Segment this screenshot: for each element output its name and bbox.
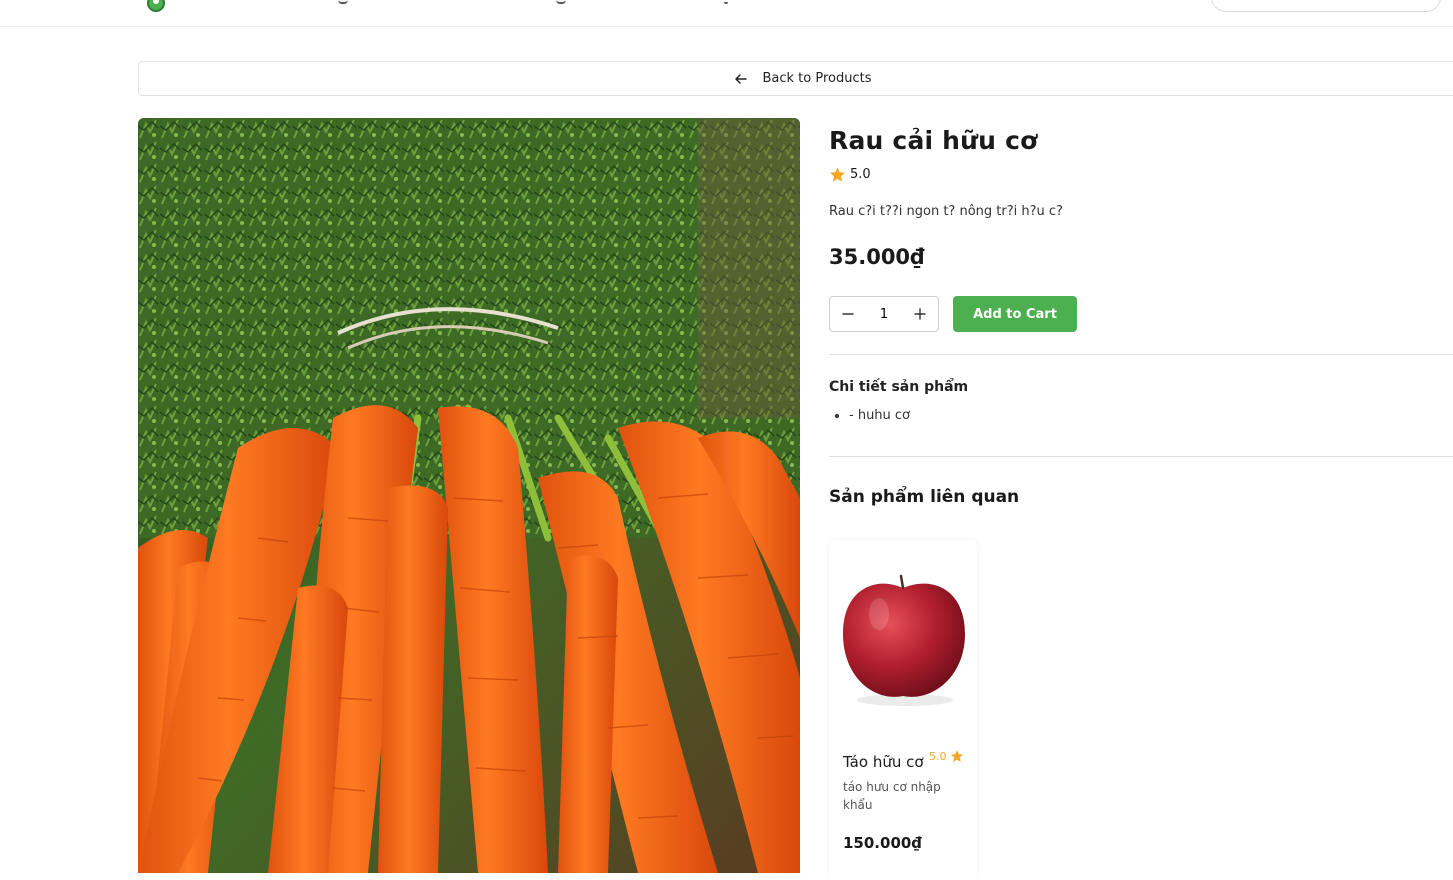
back-to-products-button[interactable]: Back to Products (138, 61, 1453, 96)
divider (829, 354, 1453, 355)
star-icon (950, 750, 963, 762)
details-title: Chi tiết sản phẩm (829, 379, 969, 395)
site-header (0, 0, 1453, 27)
related-rating-value: 5.0 (929, 749, 947, 763)
nav-item-2[interactable] (556, 0, 566, 4)
related-product-card[interactable]: Táo hữu cơ 5.0 táo hưu cơ nhập khẩu 150.… (829, 540, 977, 880)
quantity-stepper (829, 296, 939, 332)
rating-value: 5.0 (850, 167, 871, 182)
arrow-left-icon (735, 73, 748, 84)
increase-quantity-button[interactable] (902, 297, 938, 331)
product-price: 35.000₫ (829, 245, 925, 269)
quantity-input[interactable] (866, 305, 902, 323)
related-product-rating: 5.0 (929, 749, 964, 763)
minus-icon (842, 313, 854, 315)
product-title: Rau cải hữu cơ (829, 126, 1038, 155)
plus-icon (914, 308, 926, 320)
back-label: Back to Products (762, 71, 872, 86)
search-input[interactable] (1211, 0, 1441, 12)
product-rating: 5.0 (829, 166, 871, 183)
related-product-image (837, 548, 969, 728)
related-product-price: 150.000₫ (843, 834, 922, 852)
nav-item-1[interactable] (338, 0, 348, 4)
add-to-cart-button[interactable]: Add to Cart (953, 296, 1077, 332)
decrease-quantity-button[interactable] (830, 297, 866, 331)
divider (829, 456, 1453, 457)
product-image (138, 118, 800, 873)
related-products-title: Sản phẩm liên quan (829, 487, 1020, 507)
star-icon (830, 167, 845, 182)
nav-item-3[interactable] (724, 0, 728, 4)
product-description: Rau c?i t??i ngon t? nông tr?i h?u c? (829, 204, 1063, 219)
related-product-name: Táo hữu cơ (843, 753, 924, 771)
details-item: - huhu cơ (849, 408, 910, 423)
logo-icon[interactable] (147, 0, 165, 12)
details-list: - huhu cơ (829, 408, 910, 423)
related-product-description: táo hưu cơ nhập khẩu (843, 780, 941, 812)
